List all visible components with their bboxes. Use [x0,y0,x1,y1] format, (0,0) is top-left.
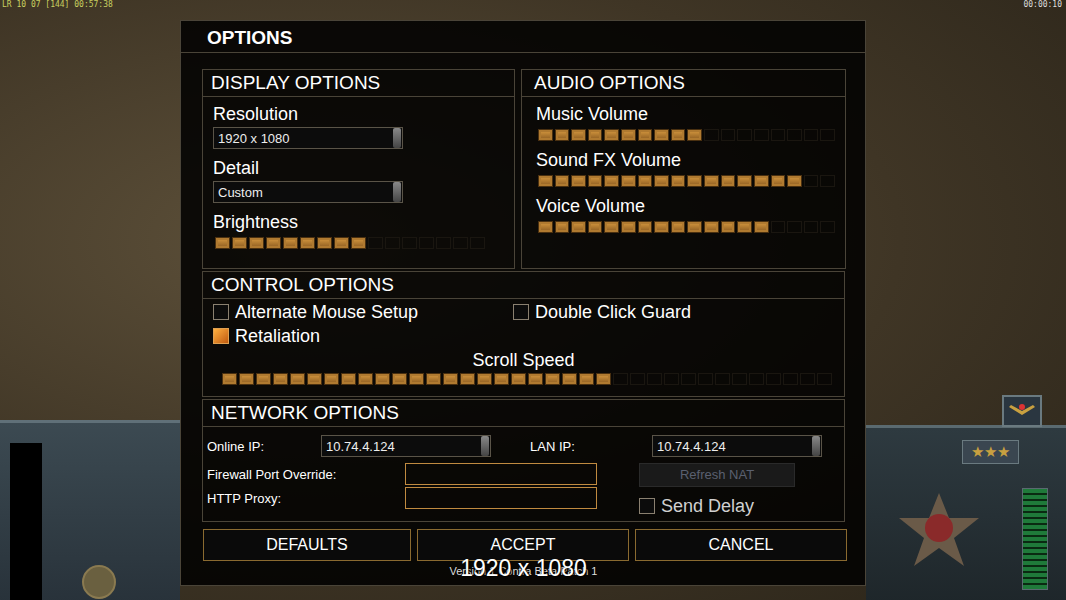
text-input[interactable] [405,463,597,485]
dialog-button[interactable]: DEFAULTS [203,529,411,561]
ip-dropdown[interactable]: 10.74.4.124 [321,435,491,457]
hud-left-panel [0,420,180,600]
dropdown[interactable]: Custom [213,181,403,203]
checkbox-box[interactable] [213,304,229,320]
slider-label: Music Volume [536,103,835,125]
debug-readout: LR 10 07 [144] 00:57:38 [2,0,113,9]
dropdown-arrow-icon[interactable] [812,436,820,456]
brightness-slider[interactable] [215,237,504,249]
dialog-button[interactable]: CANCEL [635,529,847,561]
field-label: LAN IP: [520,439,652,454]
checkbox[interactable]: Retaliation [213,325,513,347]
field-label: Firewall Port Override: [207,467,405,482]
refresh-nat-button[interactable]: Refresh NAT [639,463,795,487]
field-label: Brightness [213,211,504,233]
volume-slider[interactable] [538,221,835,233]
section-title: DISPLAY OPTIONS [203,70,514,97]
dropdown-arrow-icon[interactable] [393,128,401,148]
hud-right-panel: ★★★ [866,425,1066,600]
checkbox-box[interactable] [213,328,229,344]
section-title: AUDIO OPTIONS [522,70,845,97]
slider-label: Voice Volume [536,195,835,217]
display-options: DISPLAY OPTIONS Resolution1920 x 1080 Deta… [202,69,515,269]
section-title: CONTROL OPTIONS [203,272,844,299]
options-dialog: OPTIONSDISPLAY OPTIONSResolution1920 x 1… [180,20,866,586]
general-badge-icon[interactable] [1002,395,1042,427]
field-label: Detail [213,157,504,179]
ip-dropdown[interactable]: 10.74.4.124 [652,435,822,457]
audio-options: AUDIO OPTIONS Music Volume Sound FX Volume… [521,69,846,269]
checkbox[interactable]: Send Delay [639,495,840,517]
game-scene: LR 10 07 [144] 00:57:38 00:00:10 ★★★ OPTION… [0,0,1066,600]
section-title: NETWORK OPTIONS [203,400,844,427]
scroll-speed-slider[interactable] [222,373,844,385]
checkbox[interactable]: Double Click Guard [513,301,834,323]
dropdown[interactable]: 1920 x 1080 [213,127,403,149]
network-options: NETWORK OPTIONSOnline IP:10.74.4.124LAN … [202,399,845,522]
faction-emblem-icon [894,488,984,572]
radar-screen [10,443,42,600]
field-label: Online IP: [207,439,321,454]
volume-slider[interactable] [538,129,835,141]
checkbox-box[interactable] [639,498,655,514]
dialog-title: OPTIONS [181,21,865,53]
dropdown-arrow-icon[interactable] [393,182,401,202]
slider-label: Sound FX Volume [536,149,835,171]
text-input[interactable] [405,487,597,509]
game-clock: 00:00:10 [1023,0,1062,9]
volume-slider[interactable] [538,175,835,187]
resolution-overlay: 1920 x 1080 [202,555,845,582]
rank-stars[interactable]: ★★★ [962,440,1019,464]
dropdown-arrow-icon[interactable] [481,436,489,456]
checkbox[interactable]: Alternate Mouse Setup [213,301,513,323]
slider-label: Scroll Speed [203,349,844,371]
field-label: HTTP Proxy: [207,491,405,506]
control-options: CONTROL OPTIONSAlternate Mouse SetupDoub… [202,271,845,397]
checkbox-box[interactable] [513,304,529,320]
field-label: Resolution [213,103,504,125]
hud-button[interactable] [82,565,116,599]
power-meter [1022,488,1048,590]
